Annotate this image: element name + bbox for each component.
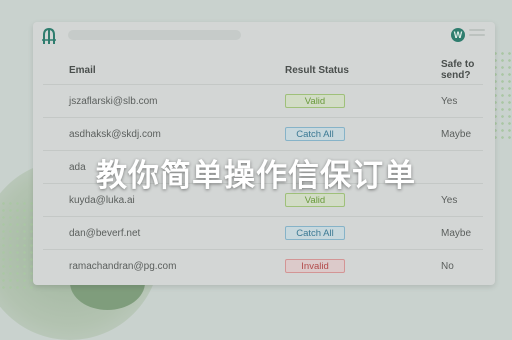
- menu-icon[interactable]: [469, 29, 485, 39]
- table-row[interactable]: dan@beverf.net Catch All Maybe: [43, 216, 483, 250]
- status-cell: Catch All: [259, 216, 415, 250]
- status-badge: Valid: [285, 193, 345, 207]
- column-header-email: Email: [69, 64, 96, 76]
- email-cell: jszaflarski@slb.com: [43, 84, 259, 118]
- status-badge: Invalid: [285, 259, 345, 273]
- status-badge: Catch All: [285, 127, 345, 141]
- table-header-row: Email Result Status Safe to send?: [43, 56, 483, 85]
- logo-icon: [42, 27, 56, 44]
- background-dots: [492, 50, 512, 140]
- table-row[interactable]: asdhaksk@skdj.com Catch All Maybe: [43, 117, 483, 151]
- email-cell: asdhaksk@skdj.com: [43, 117, 259, 151]
- status-cell: Catch All: [259, 117, 415, 151]
- column-header-result-status: Result Status: [285, 64, 349, 76]
- safe-to-send-cell: No: [415, 249, 483, 282]
- avatar[interactable]: W: [451, 28, 465, 42]
- table-row[interactable]: jszaflarski@slb.com Valid Yes: [43, 84, 483, 118]
- status-badge: Catch All: [285, 226, 345, 240]
- email-cell: dan@beverf.net: [43, 216, 259, 250]
- background-dots: [0, 200, 34, 290]
- title-bar: W: [33, 22, 495, 50]
- address-bar[interactable]: [68, 30, 241, 40]
- status-cell: Invalid: [259, 249, 415, 282]
- safe-to-send-cell: Maybe: [415, 216, 483, 250]
- table-row[interactable]: ramachandran@pg.com Invalid No: [43, 249, 483, 282]
- safe-to-send-cell: Maybe: [415, 117, 483, 151]
- status-badge: Valid: [285, 94, 345, 108]
- email-cell: ramachandran@pg.com: [43, 249, 259, 282]
- status-cell: Valid: [259, 84, 415, 118]
- overlay-title: 教你简单操作信保订单: [96, 158, 416, 194]
- safe-to-send-cell: Yes: [415, 84, 483, 118]
- column-header-safe-to-send: Safe to send?: [441, 59, 475, 81]
